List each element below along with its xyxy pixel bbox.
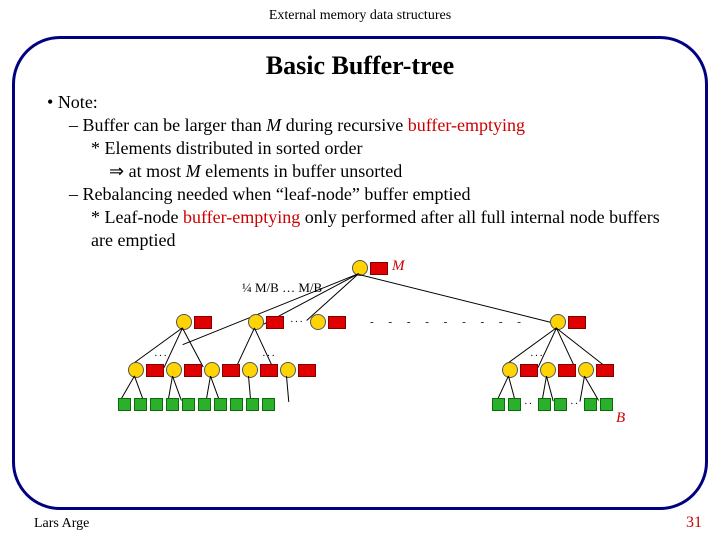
leaf-block [118,398,131,411]
edge [556,328,604,366]
leaf-block [584,398,597,411]
dots-icon: ··· [530,350,544,362]
leaf-parent-node [242,362,258,378]
edge [254,328,274,368]
label-B: B [616,410,625,427]
slide-frame: Basic Buffer-tree • Note: – Buffer can b… [12,36,708,510]
note-text: Note: [58,92,98,112]
dots-icon: - - - - - - - - - [370,316,527,328]
dots-icon: ·· [570,398,579,410]
l5a: Leaf-node [105,207,183,227]
leaf-block [538,398,551,411]
leaf-block [182,398,195,411]
bullet-line-5: * Leaf-node buffer-emptying only perform… [91,206,677,252]
l3b: elements in buffer unsorted [201,161,403,181]
leaf-block [166,398,179,411]
leaf-block [554,398,567,411]
leaf-block [214,398,227,411]
l5red: buffer-emptying [183,207,300,227]
therefore-icon: ⇒ [109,161,124,181]
bullet-line-3: ⇒ at most M elements in buffer unsorted [109,160,677,183]
tree-diagram: M ¼ M/B … M/B ··· - - - - - - - - - [70,258,650,438]
leaf-parent-node [166,362,182,378]
internal-node [248,314,264,330]
dots-icon: ·· [524,398,533,410]
leaf-parent-node [502,362,518,378]
buffer [260,364,278,377]
buffer [184,364,202,377]
label-M: M [392,258,405,275]
leaf-block [134,398,147,411]
buffer [558,364,576,377]
slide-body: • Note: – Buffer can be larger than M du… [43,91,677,252]
l4: Rebalancing needed when “leaf-node” buff… [83,184,471,204]
buffer [266,316,284,329]
leaf-parent-node [578,362,594,378]
bullet-line-2: * Elements distributed in sorted order [91,137,677,160]
branching-math: ¼ M/B … M/B [242,280,322,296]
l1a: Buffer can be larger than [83,115,267,135]
edge [182,328,204,367]
slide-title: Basic Buffer-tree [43,51,677,81]
leaf-parent-node [204,362,220,378]
leaf-block [492,398,505,411]
buffer [298,364,316,377]
leaf-block [262,398,275,411]
l3a: at most [124,161,186,181]
buffer [194,316,212,329]
buffer [596,364,614,377]
l1red: buffer-emptying [408,115,525,135]
l1b: during recursive [281,115,407,135]
leaf-block [198,398,211,411]
leaf-block [600,398,613,411]
footer-author: Lars Arge [34,516,89,532]
bullet-line-1: – Buffer can be larger than M during rec… [69,114,677,137]
footer-page-number: 31 [686,514,702,532]
buffer [146,364,164,377]
dots-icon: ··· [262,350,276,362]
internal-node [310,314,326,330]
l3M: M [186,161,201,181]
l1M: M [266,115,281,135]
leaf-parent-node [280,362,296,378]
bullet-line-4: – Rebalancing needed when “leaf-node” bu… [69,183,677,206]
course-header: External memory data structures [0,0,720,28]
leaf-parent-node [540,362,556,378]
leaf-block [508,398,521,411]
leaf-block [246,398,259,411]
buffer [222,364,240,377]
leaf-block [230,398,243,411]
leaf-block [150,398,163,411]
dots-icon: ··· [154,350,168,362]
internal-node [176,314,192,330]
buffer [568,316,586,329]
root-buffer [370,262,388,275]
bullet-note: • Note: [47,91,677,114]
edge [286,376,289,402]
edge [120,376,135,401]
buffer [520,364,538,377]
dots-icon: ··· [290,316,304,328]
leaf-parent-node [128,362,144,378]
buffer [328,316,346,329]
l2: Elements distributed in sorted order [105,138,363,158]
